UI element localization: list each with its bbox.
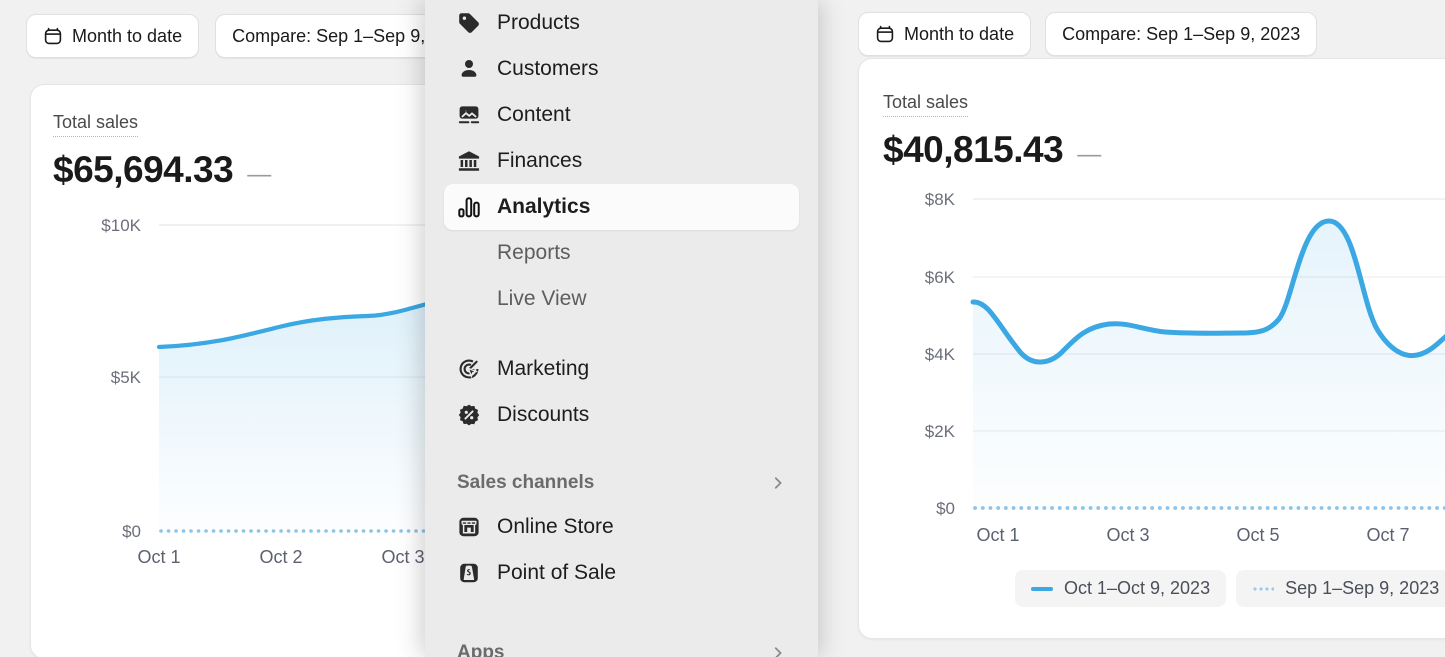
sidebar-item-analytics[interactable]: Analytics (444, 184, 799, 230)
pos-icon (457, 561, 481, 585)
sidebar-item-label: Live View (497, 287, 587, 310)
svg-text:$6K: $6K (925, 268, 956, 287)
legend-label-current: Oct 1–Oct 9, 2023 (1064, 578, 1211, 598)
svg-text:$10K: $10K (101, 216, 141, 235)
person-icon (457, 57, 481, 81)
legend-dotted-swatch-icon (1252, 586, 1275, 591)
sidebar-item-label: Finances (497, 149, 583, 172)
left-total-sales-card: Total sales $65,694.33 — $10K $5K $0 Oct… (30, 84, 430, 657)
sidebar-item-label: Content (497, 103, 571, 126)
left-chart-xlabels: Oct 1 Oct 2 Oct 3 (137, 547, 424, 567)
left-chart-ylabels: $10K $5K $0 (101, 216, 141, 541)
sidebar-item-label: Online Store (497, 515, 614, 538)
right-compare-label: Compare: Sep 1–Sep 9, 2023 (1062, 23, 1301, 44)
sidebar-item-online-store[interactable]: Online Store (444, 504, 799, 550)
sidebar-item-customers[interactable]: Customers (444, 46, 799, 92)
sidebar-section-label: Sales channels (457, 472, 595, 493)
store-icon (457, 515, 481, 539)
svg-text:$8K: $8K (925, 190, 956, 209)
sidebar-item-label: Products (497, 11, 580, 34)
legend-item-current[interactable]: Oct 1–Oct 9, 2023 (1015, 570, 1227, 607)
right-analytics-page: Month to date Compare: Sep 1–Sep 9, 2023… (818, 0, 1445, 657)
left-analytics-page: Month to date Compare: Sep 1–Sep 9, 2023… (0, 0, 430, 657)
svg-text:$0: $0 (936, 499, 955, 518)
nav-apps-spacer (425, 596, 818, 620)
right-chart-legend: Oct 1–Oct 9, 2023 Sep 1–Sep 9, 2023 (1015, 570, 1445, 607)
left-metric-delta: — (247, 160, 272, 188)
right-chart-xlabels: Oct 1 Oct 3 Oct 5 Oct 7 (976, 525, 1409, 545)
svg-text:Oct 1: Oct 1 (976, 525, 1019, 545)
sidebar-section-apps[interactable]: Apps (444, 632, 799, 657)
sidebar-item-marketing[interactable]: Marketing (444, 346, 799, 392)
image-icon (457, 103, 481, 127)
sidebar-item-label: Marketing (497, 357, 590, 380)
right-total-sales-card: Total sales $40,815.43 — $8K $6K $4K $2K… (858, 58, 1445, 639)
svg-text:Oct 5: Oct 5 (1236, 525, 1279, 545)
left-total-sales-chart[interactable]: $10K $5K $0 Oct 1 Oct 2 Oct 3 (49, 199, 430, 579)
nav-divider-spacer (425, 322, 818, 346)
sidebar-item-finances[interactable]: Finances (444, 138, 799, 184)
svg-text:$2K: $2K (925, 422, 956, 441)
sidebar-item-label: Reports (497, 241, 571, 264)
sidebar-item-label: Analytics (497, 195, 591, 218)
right-metric-row: $40,815.43 — (883, 129, 1445, 171)
sidebar-item-reports[interactable]: Reports (444, 230, 799, 276)
tag-icon (457, 11, 481, 35)
left-chart-area (159, 302, 430, 531)
target-icon (457, 357, 481, 381)
left-metric-value: $65,694.33 (53, 148, 234, 190)
nav-apps-spacer-2 (425, 620, 818, 632)
right-compare-button[interactable]: Compare: Sep 1–Sep 9, 2023 (1045, 12, 1318, 56)
nav-section-spacer (425, 438, 818, 462)
calendar-icon (875, 24, 895, 44)
right-metric-delta: — (1077, 140, 1102, 168)
left-compare-button[interactable]: Compare: Sep 1–Sep 9, 2023 (215, 14, 430, 58)
left-compare-label: Compare: Sep 1–Sep 9, 2023 (232, 25, 430, 46)
svg-text:Oct 3: Oct 3 (1106, 525, 1149, 545)
discount-icon (457, 403, 481, 427)
sidebar-item-live-view[interactable]: Live View (444, 276, 799, 322)
svg-text:$5K: $5K (111, 368, 142, 387)
sidebar-item-discounts[interactable]: Discounts (444, 392, 799, 438)
sidebar-section-sales-channels[interactable]: Sales channels (444, 462, 799, 504)
left-metric-row: $65,694.33 — (53, 149, 430, 191)
right-toolbar: Month to date Compare: Sep 1–Sep 9, 2023 (858, 12, 1318, 56)
sidebar-item-products[interactable]: Products (444, 0, 799, 46)
chevron-right-icon (770, 645, 786, 657)
bar-chart-icon (457, 195, 481, 219)
svg-text:Oct 2: Oct 2 (259, 547, 302, 567)
right-chart-area (973, 220, 1445, 508)
right-total-sales-chart[interactable]: $8K $6K $4K $2K $0 Oct 1 Oct 3 Oct 5 Oct… (881, 177, 1445, 597)
calendar-icon (43, 26, 63, 46)
left-date-range-button[interactable]: Month to date (26, 14, 200, 58)
sidebar-section-label: Apps (457, 642, 505, 657)
svg-text:Oct 7: Oct 7 (1366, 525, 1409, 545)
bank-icon (457, 149, 481, 173)
left-toolbar: Month to date Compare: Sep 1–Sep 9, 2023 (26, 14, 430, 58)
right-chart-ylabels: $8K $6K $4K $2K $0 (925, 190, 956, 518)
navigation-panel: Products Customers Content Finances Anal… (425, 0, 818, 657)
chevron-right-icon (770, 475, 786, 491)
right-metric-value: $40,815.43 (883, 128, 1064, 170)
legend-label-compare: Sep 1–Sep 9, 2023 (1285, 578, 1440, 598)
sidebar-item-content[interactable]: Content (444, 92, 799, 138)
svg-text:Oct 1: Oct 1 (137, 547, 180, 567)
sidebar-item-label: Customers (497, 57, 599, 80)
left-date-range-label: Month to date (72, 25, 183, 46)
legend-solid-swatch-icon (1031, 586, 1053, 591)
sidebar-item-label: Point of Sale (497, 561, 617, 584)
right-date-range-button[interactable]: Month to date (858, 12, 1032, 56)
svg-text:$0: $0 (122, 522, 141, 541)
sidebar-item-label: Discounts (497, 403, 590, 426)
right-metric-label: Total sales (883, 92, 969, 117)
right-date-range-label: Month to date (904, 23, 1015, 44)
sidebar-item-point-of-sale[interactable]: Point of Sale (444, 550, 799, 596)
left-metric-label: Total sales (53, 112, 139, 137)
svg-text:Oct 3: Oct 3 (381, 547, 424, 567)
svg-text:$4K: $4K (925, 345, 956, 364)
legend-item-compare[interactable]: Sep 1–Sep 9, 2023 (1236, 570, 1445, 607)
